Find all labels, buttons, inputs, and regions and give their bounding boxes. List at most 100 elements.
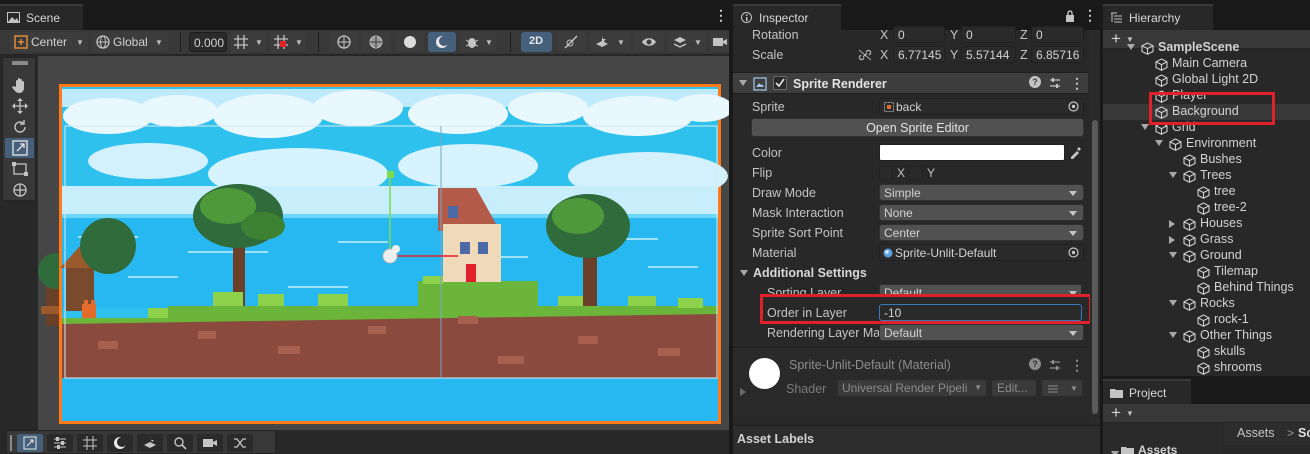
snap-value-input[interactable]: 0.000 bbox=[189, 32, 227, 52]
hierarchy-item[interactable]: Grass bbox=[1103, 232, 1310, 248]
hierarchy-item[interactable]: Trees bbox=[1103, 168, 1310, 184]
hand-tool[interactable] bbox=[5, 75, 34, 95]
hierarchy-item[interactable]: tree bbox=[1103, 184, 1310, 200]
hierarchy-item[interactable]: rock-1 bbox=[1103, 312, 1310, 328]
hierarchy-item[interactable]: Other Things bbox=[1103, 328, 1310, 344]
tab-hierarchy[interactable]: Hierarchy bbox=[1103, 4, 1213, 30]
link-icon[interactable] bbox=[858, 49, 872, 61]
draw-mode-button[interactable] bbox=[107, 434, 133, 452]
kebab-menu-icon[interactable]: ⋮ bbox=[1070, 75, 1084, 92]
inspector-scroll-thumb[interactable] bbox=[1092, 120, 1098, 414]
scale-tool[interactable] bbox=[5, 138, 34, 158]
flip-y-checkbox[interactable] bbox=[909, 166, 923, 180]
shaded-wireframe-button[interactable] bbox=[362, 32, 390, 52]
rotation-y-field[interactable]: 0 bbox=[961, 26, 1016, 43]
hierarchy-item[interactable]: Main Camera bbox=[1103, 56, 1310, 72]
target-icon[interactable] bbox=[1068, 101, 1079, 112]
scene-view[interactable] bbox=[38, 56, 729, 430]
camera-preview-button[interactable] bbox=[197, 434, 223, 452]
foldout-collapsed-icon[interactable] bbox=[1169, 236, 1175, 244]
hierarchy-item[interactable]: Ground bbox=[1103, 248, 1310, 264]
camera-settings-button[interactable] bbox=[710, 32, 729, 52]
rect-tool[interactable] bbox=[5, 159, 34, 179]
foldout-expanded-icon[interactable] bbox=[1141, 124, 1149, 130]
help-icon[interactable]: ? bbox=[1029, 76, 1041, 88]
asset-labels-section[interactable]: Asset Labels bbox=[733, 425, 1100, 454]
kebab-menu-icon[interactable]: ⋮ bbox=[714, 7, 728, 24]
help-icon[interactable]: ? bbox=[1029, 358, 1041, 370]
rotate-tool[interactable] bbox=[5, 117, 34, 137]
kebab-menu-icon[interactable]: ⋮ bbox=[1083, 7, 1097, 24]
shader-edit-button[interactable]: Edit... bbox=[991, 379, 1037, 397]
hierarchy-item[interactable]: Rocks bbox=[1103, 296, 1310, 312]
rotation-x-field[interactable]: 0 bbox=[893, 26, 945, 43]
hierarchy-item[interactable]: Tilemap bbox=[1103, 264, 1310, 280]
hierarchy-item[interactable]: Houses bbox=[1103, 216, 1310, 232]
grid-snap-button[interactable]: ▼ bbox=[230, 32, 266, 52]
folder-assets[interactable]: Assets bbox=[1138, 443, 1177, 454]
overlay-drag-handle[interactable] bbox=[10, 435, 13, 451]
lighting-toggle[interactable] bbox=[557, 32, 585, 52]
additional-settings-foldout[interactable]: Additional Settings bbox=[733, 263, 1081, 283]
component-enabled-checkbox[interactable] bbox=[773, 76, 787, 90]
scale-z-field[interactable]: 6.85716 bbox=[1031, 46, 1084, 63]
breadcrumb-current[interactable]: Scr bbox=[1298, 426, 1310, 440]
foldout-expanded-icon[interactable] bbox=[1169, 172, 1177, 178]
kebab-menu-icon[interactable]: ⋮ bbox=[1070, 357, 1084, 374]
grid-settings-button[interactable] bbox=[47, 434, 73, 452]
wireframe-shading-button[interactable] bbox=[330, 32, 358, 52]
layers-dropdown[interactable]: ▼ bbox=[668, 32, 706, 52]
increment-snap-button[interactable]: ▼ bbox=[270, 32, 306, 52]
foldout-expanded-icon[interactable] bbox=[1155, 140, 1163, 146]
foldout-expanded-icon[interactable] bbox=[1169, 252, 1177, 258]
foldout-arrow[interactable] bbox=[740, 388, 746, 396]
inspector-scrollbar[interactable] bbox=[1090, 30, 1100, 424]
foldout-arrow[interactable] bbox=[739, 80, 747, 86]
color-swatch[interactable] bbox=[879, 144, 1065, 161]
hierarchy-item[interactable]: Bushes bbox=[1103, 152, 1310, 168]
foldout-expanded-icon[interactable] bbox=[1169, 300, 1177, 306]
rotation-z-field[interactable]: 0 bbox=[1031, 26, 1084, 43]
hierarchy-item[interactable]: skulls bbox=[1103, 344, 1310, 360]
move-tool[interactable] bbox=[5, 96, 34, 116]
shaded-button[interactable] bbox=[396, 32, 424, 52]
debug-draw-button[interactable]: ▼ bbox=[460, 32, 496, 52]
eyedropper-icon[interactable] bbox=[1069, 146, 1082, 159]
settings-icon[interactable] bbox=[1049, 359, 1061, 371]
unlit-button[interactable] bbox=[428, 32, 456, 52]
open-sprite-editor-button[interactable]: Open Sprite Editor bbox=[751, 118, 1084, 137]
tool-settings-button[interactable] bbox=[17, 434, 43, 452]
effects-button[interactable] bbox=[137, 434, 163, 452]
hierarchy-item[interactable]: Environment bbox=[1103, 136, 1310, 152]
search-button[interactable] bbox=[167, 434, 193, 452]
overlay-drag-handle[interactable] bbox=[12, 61, 28, 65]
tab-scene[interactable]: Scene bbox=[0, 4, 83, 30]
hierarchy-item[interactable]: shrooms bbox=[1103, 360, 1310, 376]
hierarchy-item[interactable]: Global Light 2D bbox=[1103, 72, 1310, 88]
breadcrumb-assets[interactable]: Assets bbox=[1237, 426, 1275, 440]
mode-2d-toggle[interactable]: 2D bbox=[521, 32, 552, 52]
hierarchy-item[interactable]: tree-2 bbox=[1103, 200, 1310, 216]
tab-project[interactable]: Project bbox=[1103, 379, 1191, 405]
flip-x-checkbox[interactable] bbox=[879, 166, 893, 180]
scale-x-field[interactable]: 6.77145 bbox=[893, 46, 945, 63]
material-field[interactable]: Sprite-Unlit-Default bbox=[879, 244, 1084, 261]
sprite-field[interactable]: back bbox=[879, 98, 1084, 115]
shuffle-button[interactable] bbox=[227, 434, 253, 452]
add-button[interactable]: + ▼ bbox=[1108, 403, 1136, 422]
rendering-layer-mask-dropdown[interactable]: Default bbox=[879, 324, 1084, 341]
target-icon[interactable] bbox=[1068, 247, 1079, 258]
foldout-arrow[interactable] bbox=[740, 270, 748, 276]
hierarchy-item[interactable]: SampleScene bbox=[1103, 40, 1310, 56]
sprite-sort-point-dropdown[interactable]: Center bbox=[879, 224, 1084, 241]
hierarchy-item[interactable]: Behind Things bbox=[1103, 280, 1310, 296]
transform-tool[interactable] bbox=[5, 180, 34, 200]
foldout-expanded-icon[interactable] bbox=[1169, 332, 1177, 338]
scene-viewport[interactable] bbox=[38, 56, 729, 430]
scale-y-field[interactable]: 5.57144 bbox=[961, 46, 1016, 63]
mask-interaction-dropdown[interactable]: None bbox=[879, 204, 1084, 221]
grid-visibility-button[interactable] bbox=[77, 434, 103, 452]
sprite-renderer-header[interactable]: Sprite Renderer ? ⋮ bbox=[733, 72, 1088, 94]
shader-options-dropdown[interactable]: ▼ bbox=[1041, 379, 1083, 397]
lock-icon[interactable] bbox=[1065, 10, 1075, 22]
